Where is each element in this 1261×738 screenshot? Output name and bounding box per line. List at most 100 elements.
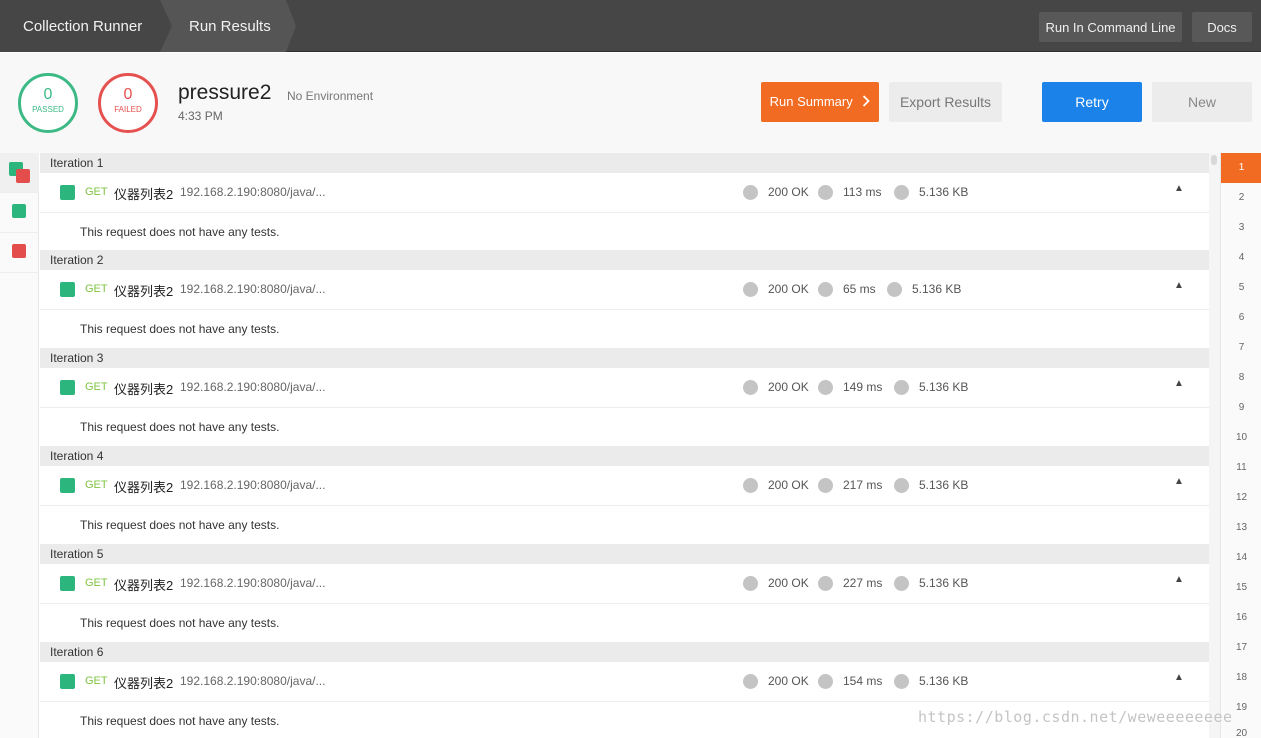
docs-button[interactable]: Docs — [1192, 12, 1252, 42]
request-row[interactable]: GET 仪器列表2 192.168.2.190:8080/java/... 20… — [40, 368, 1209, 408]
request-method: GET — [85, 675, 108, 687]
request-row[interactable]: GET 仪器列表2 192.168.2.190:8080/java/... 20… — [40, 564, 1209, 604]
results-list: Iteration 1 GET 仪器列表2 192.168.2.190:8080… — [40, 153, 1209, 738]
request-method: GET — [85, 381, 108, 393]
collapse-caret-icon[interactable]: ▲ — [1174, 574, 1184, 585]
iteration-index: 1 2 3 4 5 6 7 8 9 10 11 12 13 14 15 16 1… — [1220, 153, 1261, 738]
request-name: 仪器列表2 — [114, 187, 174, 202]
run-time: 4:33 PM — [178, 109, 223, 123]
retry-button[interactable]: Retry — [1042, 82, 1142, 122]
tests-row: This request does not have any tests. — [40, 604, 1209, 642]
new-button[interactable]: New — [1152, 82, 1252, 122]
iteration-index-item[interactable]: 16 — [1221, 603, 1261, 633]
iteration-header: Iteration 2 — [40, 250, 1209, 270]
status-dot-icon — [743, 576, 758, 591]
iteration-index-item[interactable]: 9 — [1221, 393, 1261, 423]
no-tests-message: This request does not have any tests. — [80, 714, 280, 728]
iteration-index-item[interactable]: 8 — [1221, 363, 1261, 393]
iteration-index-item[interactable]: 4 — [1221, 243, 1261, 273]
iteration-index-item[interactable]: 13 — [1221, 513, 1261, 543]
filter-failed[interactable] — [0, 233, 39, 273]
request-row[interactable]: GET 仪器列表2 192.168.2.190:8080/java/... 20… — [40, 173, 1209, 213]
scrollbar-thumb[interactable] — [1211, 155, 1217, 165]
breadcrumb-run-results[interactable]: Run Results — [160, 0, 286, 52]
tests-row: This request does not have any tests. — [40, 213, 1209, 251]
size-dot-icon — [894, 380, 909, 395]
passed-counter: 0 PASSED — [18, 73, 78, 133]
response-time: 154 ms — [843, 674, 883, 688]
tests-row: This request does not have any tests. — [40, 408, 1209, 446]
time-dot-icon — [818, 185, 833, 200]
size-dot-icon — [894, 478, 909, 493]
failed-counter: 0 FAILED — [98, 73, 158, 133]
request-row[interactable]: GET 仪器列表2 192.168.2.190:8080/java/... 20… — [40, 466, 1209, 506]
chevron-right-icon — [863, 95, 871, 107]
breadcrumb-separator — [160, 0, 172, 52]
iteration-index-item[interactable]: 10 — [1221, 423, 1261, 453]
pass-square-icon — [60, 576, 75, 591]
response-status: 200 OK — [768, 576, 809, 590]
response-size: 5.136 KB — [919, 674, 969, 688]
iteration-index-item[interactable]: 14 — [1221, 543, 1261, 573]
status-dot-icon — [743, 478, 758, 493]
collapse-caret-icon[interactable]: ▲ — [1174, 672, 1184, 683]
request-method: GET — [85, 577, 108, 589]
request-name: 仪器列表2 — [114, 480, 174, 495]
iteration-index-item[interactable]: 6 — [1221, 303, 1261, 333]
response-time: 217 ms — [843, 478, 883, 492]
export-results-button[interactable]: Export Results — [889, 82, 1002, 122]
response-size: 5.136 KB — [919, 478, 969, 492]
iteration-index-item[interactable]: 17 — [1221, 633, 1261, 663]
collapse-caret-icon[interactable]: ▲ — [1174, 183, 1184, 194]
iteration-header: Iteration 6 — [40, 642, 1209, 662]
iteration-header: Iteration 4 — [40, 446, 1209, 466]
run-name: pressure2 — [178, 81, 272, 104]
tests-row: This request does not have any tests. — [40, 310, 1209, 348]
breadcrumb-collection-runner[interactable]: Collection Runner — [0, 0, 160, 52]
run-summary-header: 0 PASSED 0 FAILED pressure2 No Environme… — [0, 53, 1261, 153]
size-dot-icon — [894, 185, 909, 200]
iteration-index-item[interactable]: 1 — [1221, 153, 1261, 183]
iteration-index-item[interactable]: 5 — [1221, 273, 1261, 303]
iteration-index-item[interactable]: 7 — [1221, 333, 1261, 363]
iteration-index-item[interactable]: 11 — [1221, 453, 1261, 483]
time-dot-icon — [818, 380, 833, 395]
breadcrumb-separator — [286, 0, 296, 52]
collapse-caret-icon[interactable]: ▲ — [1174, 280, 1184, 291]
request-url: 192.168.2.190:8080/java/... — [180, 576, 326, 590]
response-time: 149 ms — [843, 380, 883, 394]
request-name: 仪器列表2 — [114, 284, 174, 299]
response-time: 113 ms — [843, 185, 882, 199]
no-tests-message: This request does not have any tests. — [80, 322, 280, 336]
run-in-command-line-button[interactable]: Run In Command Line — [1039, 12, 1182, 42]
pass-square-icon — [60, 674, 75, 689]
run-environment: No Environment — [287, 89, 374, 103]
request-row[interactable]: GET 仪器列表2 192.168.2.190:8080/java/... 20… — [40, 270, 1209, 310]
run-summary-button[interactable]: Run Summary — [761, 82, 879, 122]
iteration-index-item[interactable]: 12 — [1221, 483, 1261, 513]
collapse-caret-icon[interactable]: ▲ — [1174, 476, 1184, 487]
no-tests-message: This request does not have any tests. — [80, 518, 280, 532]
response-status: 200 OK — [768, 674, 809, 688]
iteration-index-item[interactable]: 15 — [1221, 573, 1261, 603]
iteration-header: Iteration 1 — [40, 153, 1209, 173]
response-status: 200 OK — [768, 282, 809, 296]
response-status: 200 OK — [768, 478, 809, 492]
response-status: 200 OK — [768, 380, 809, 394]
no-tests-message: This request does not have any tests. — [80, 420, 280, 434]
passed-label: PASSED — [32, 105, 64, 114]
filter-passed[interactable] — [0, 193, 39, 233]
status-dot-icon — [743, 185, 758, 200]
request-row[interactable]: GET 仪器列表2 192.168.2.190:8080/java/... 20… — [40, 662, 1209, 702]
request-method: GET — [85, 283, 108, 295]
filter-all[interactable] — [0, 153, 39, 193]
results-scrollbar[interactable] — [1209, 153, 1220, 738]
tests-row: This request does not have any tests. — [40, 506, 1209, 544]
request-method: GET — [85, 479, 108, 491]
no-tests-message: This request does not have any tests. — [80, 225, 280, 239]
collapse-caret-icon[interactable]: ▲ — [1174, 378, 1184, 389]
iteration-index-item[interactable]: 2 — [1221, 183, 1261, 213]
iteration-index-item[interactable]: 3 — [1221, 213, 1261, 243]
iteration-header: Iteration 3 — [40, 348, 1209, 368]
iteration-index-item[interactable]: 18 — [1221, 663, 1261, 693]
